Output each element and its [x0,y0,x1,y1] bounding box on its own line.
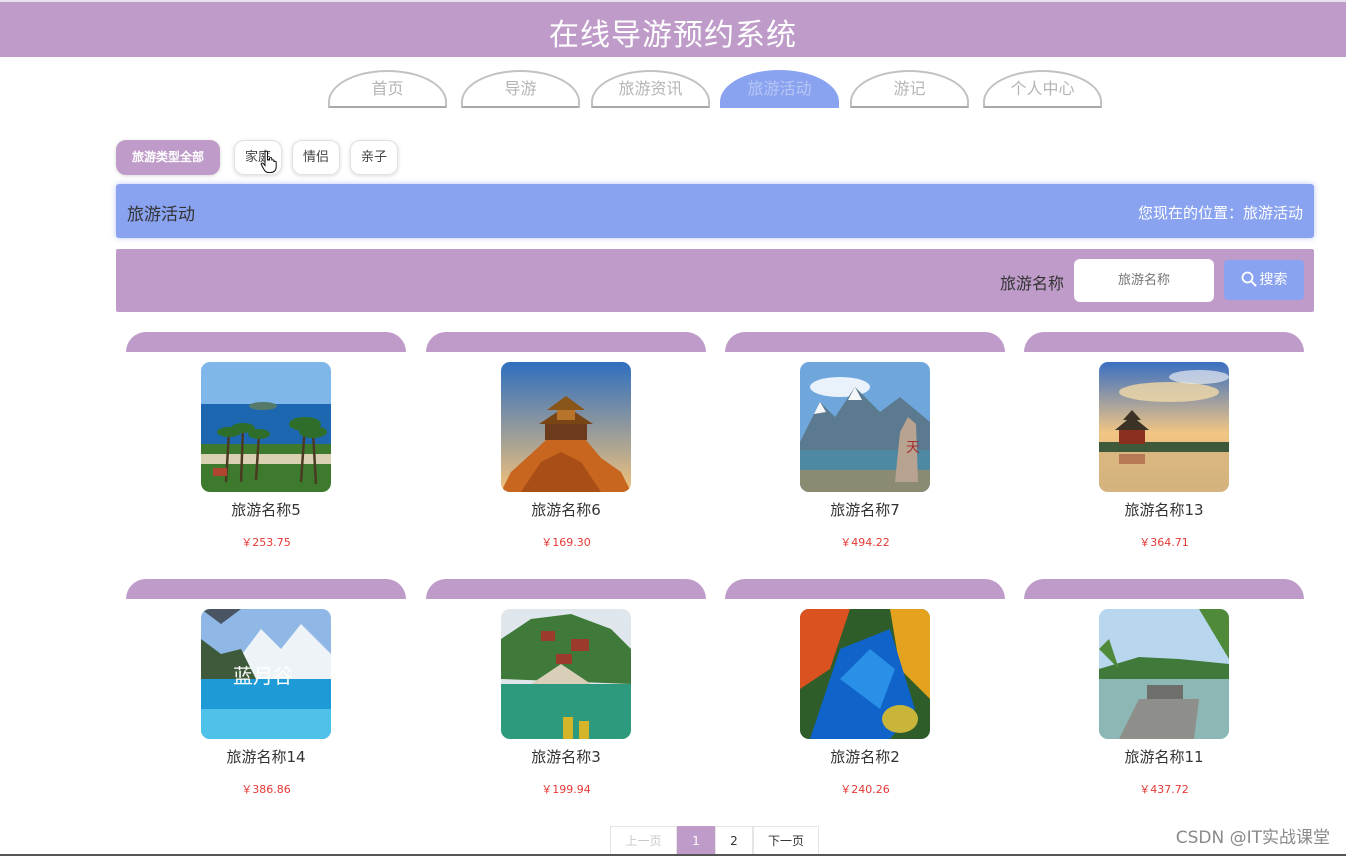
activity-card[interactable]: 旅游名称6 ￥169.30 [426,332,706,557]
page-number-1[interactable]: 1 [677,826,715,856]
activity-price: ￥199.94 [541,783,591,796]
search-input[interactable] [1074,259,1214,302]
svg-text:蓝月谷: 蓝月谷 [233,664,293,688]
activity-name[interactable]: 旅游名称11 [1024,746,1304,767]
svg-text:天: 天 [906,440,920,456]
search-label: 旅游名称 [999,274,1064,293]
activity-image[interactable] [1099,609,1229,739]
activity-price: ￥494.22 [840,536,890,549]
card-cap [426,579,706,599]
activity-name[interactable]: 旅游名称3 [426,746,706,767]
activity-image[interactable] [800,609,930,739]
nav-tab-profile[interactable]: 个人中心 [983,70,1102,108]
activity-price: ￥169.30 [541,536,591,549]
activity-name[interactable]: 旅游名称13 [1024,499,1304,520]
top-header: 在线导游预约系统 [0,0,1346,57]
activity-card[interactable]: 蓝月谷 旅游名称14 ￥386.86 [126,579,406,804]
watermark: CSDN @IT实战课堂 [1175,828,1330,848]
prev-page-button[interactable]: 上一页 [610,826,677,856]
card-cap [126,579,406,599]
activity-card[interactable]: 天 旅游名称7 ￥494.22 [725,332,1005,557]
page-number-2[interactable]: 2 [715,826,753,856]
activity-image[interactable]: 天 [800,362,930,492]
activity-card[interactable]: 旅游名称5 ￥253.75 [126,332,406,557]
activity-price: ￥253.75 [241,536,291,549]
search-bar: 旅游名称 搜索 [116,249,1314,312]
activity-price: ￥437.72 [1139,783,1189,796]
nav-tab-news[interactable]: 旅游资讯 [591,70,710,108]
activity-price: ￥240.26 [840,783,890,796]
next-page-button[interactable]: 下一页 [753,826,819,856]
search-icon [1241,271,1256,287]
search-button-label: 搜索 [1259,272,1288,288]
site-title: 在线导游预约系统 [549,18,797,53]
activity-card[interactable]: 旅游名称2 ￥240.26 [725,579,1005,804]
activity-price: ￥364.71 [1139,536,1189,549]
card-cap [1024,579,1304,599]
card-cap [725,332,1005,352]
card-cap [1024,332,1304,352]
card-cap [426,332,706,352]
activity-image[interactable] [501,609,631,739]
activity-card[interactable]: 旅游名称3 ￥199.94 [426,579,706,804]
filter-couple[interactable]: 情侣 [292,140,340,175]
activity-image[interactable] [201,362,331,492]
activity-card[interactable]: 旅游名称11 ￥437.72 [1024,579,1304,804]
activity-name[interactable]: 旅游名称7 [725,499,1005,520]
filter-all-types[interactable]: 旅游类型全部 [116,140,220,175]
nav-tab-home[interactable]: 首页 [328,70,447,108]
activity-name[interactable]: 旅游名称2 [725,746,1005,767]
activity-name[interactable]: 旅游名称5 [126,499,406,520]
current-location: 您现在的位置：旅游活动 [1137,204,1303,222]
section-title: 旅游活动 [127,205,195,225]
activity-image[interactable]: 蓝月谷 [201,609,331,739]
activity-price: ￥386.86 [241,783,291,796]
hand-cursor-icon [260,150,277,173]
nav-tab-travelogue[interactable]: 游记 [850,70,969,108]
search-button[interactable]: 搜索 [1224,260,1304,300]
card-cap [725,579,1005,599]
main-nav: 首页 导游 旅游资讯 旅游活动 游记 个人中心 [0,70,1346,110]
activity-image[interactable] [1099,362,1229,492]
activity-name[interactable]: 旅游名称6 [426,499,706,520]
activity-image[interactable] [501,362,631,492]
activity-card[interactable]: 旅游名称13 ￥364.71 [1024,332,1304,557]
filter-parent-child[interactable]: 亲子 [350,140,398,175]
nav-tab-guides[interactable]: 导游 [461,70,580,108]
activity-name[interactable]: 旅游名称14 [126,746,406,767]
breadcrumb: 旅游活动 您现在的位置：旅游活动 [116,184,1314,238]
card-cap [126,332,406,352]
nav-tab-activities[interactable]: 旅游活动 [720,70,839,108]
